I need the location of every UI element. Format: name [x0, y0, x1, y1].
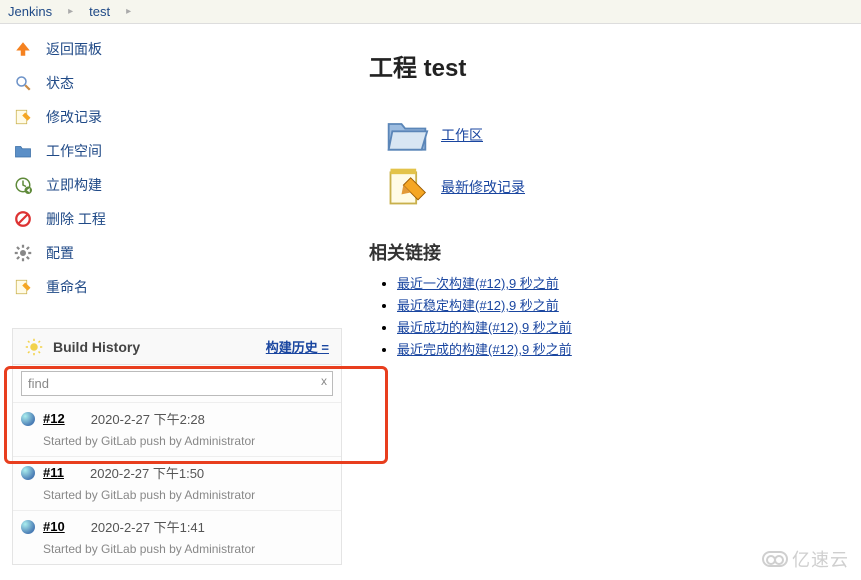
gear-icon	[12, 242, 34, 264]
notepad-icon	[12, 106, 34, 128]
watermark-icon	[762, 551, 788, 567]
sidebar-item-label: 配置	[46, 243, 74, 263]
sidebar-item-changes[interactable]: 修改记录	[12, 100, 345, 134]
sidebar-item-workspace[interactable]: 工作空间	[12, 134, 345, 168]
chevron-right-icon: ▸	[68, 6, 73, 17]
forbid-icon	[12, 208, 34, 230]
sidebar-item-label: 删除 工程	[46, 209, 106, 229]
sidebar-item-back-to-dashboard[interactable]: 返回面板	[12, 32, 345, 66]
build-number-link[interactable]: #11	[43, 465, 64, 480]
annotation-highlight	[4, 366, 388, 464]
breadcrumb-project[interactable]: test	[89, 4, 110, 19]
build-history-header: Build History 构建历史 =	[13, 329, 341, 365]
rename-icon	[12, 276, 34, 298]
status-ball-icon	[21, 466, 35, 480]
watermark-text: 亿速云	[792, 546, 849, 572]
folder-open-icon	[385, 113, 429, 157]
related-links-list: 最近一次构建(#12),9 秒之前 最近稳定构建(#12),9 秒之前 最近成功…	[397, 273, 861, 358]
sidebar-menu: 返回面板 状态 修改记录 工作空间	[12, 32, 345, 304]
recent-changes-link[interactable]: 最新修改记录	[441, 177, 525, 197]
build-cause: Started by GitLab push by Administrator	[43, 542, 333, 556]
breadcrumb: Jenkins ▸ test ▸	[0, 0, 861, 24]
chevron-right-icon: ▸	[126, 6, 131, 17]
up-icon	[12, 38, 34, 60]
sidebar: 返回面板 状态 修改记录 工作空间	[0, 24, 345, 565]
page-title: 工程 test	[369, 48, 861, 83]
build-cause: Started by GitLab push by Administrator	[43, 488, 333, 502]
build-history-title: Build History	[53, 339, 266, 355]
permalink-last-stable[interactable]: 最近稳定构建(#12),9 秒之前	[397, 298, 559, 313]
permalink-last-build[interactable]: 最近一次构建(#12),9 秒之前	[397, 276, 559, 291]
permalink-last-successful[interactable]: 最近成功的构建(#12),9 秒之前	[397, 320, 572, 335]
workspace-link[interactable]: 工作区	[441, 125, 483, 145]
sidebar-item-configure[interactable]: 配置	[12, 236, 345, 270]
search-icon	[12, 72, 34, 94]
sidebar-item-label: 返回面板	[46, 39, 102, 59]
build-number-link[interactable]: #10	[43, 519, 65, 534]
clock-icon	[12, 174, 34, 196]
breadcrumb-root[interactable]: Jenkins	[8, 4, 52, 19]
related-links-heading: 相关链接	[369, 239, 861, 265]
build-date: 2020-2-27 下午1:50	[90, 463, 204, 482]
sidebar-item-status[interactable]: 状态	[12, 66, 345, 100]
workspace-link-row: 工作区	[385, 113, 861, 157]
build-date: 2020-2-27 下午1:41	[91, 517, 205, 536]
build-history-item[interactable]: #10 2020-2-27 下午1:41 Started by GitLab p…	[13, 510, 341, 564]
sidebar-item-label: 修改记录	[46, 107, 102, 127]
permalink-last-completed[interactable]: 最近完成的构建(#12),9 秒之前	[397, 342, 572, 357]
sidebar-item-rename[interactable]: 重命名	[12, 270, 345, 304]
changes-link-row: 最新修改记录	[385, 165, 861, 209]
build-history-trend-link[interactable]: 构建历史 =	[266, 337, 329, 356]
sidebar-item-delete-project[interactable]: 删除 工程	[12, 202, 345, 236]
sidebar-item-label: 重命名	[46, 277, 88, 297]
sidebar-item-build-now[interactable]: 立即构建	[12, 168, 345, 202]
main-content: 工程 test 工作区 最新修改记录 相关链接 最近一次构建(#12),9 秒之…	[345, 24, 861, 565]
sidebar-item-label: 立即构建	[46, 175, 102, 195]
folder-icon	[12, 140, 34, 162]
notepad-edit-icon	[385, 165, 429, 209]
watermark: 亿速云	[762, 546, 849, 572]
main-links: 工作区 最新修改记录	[385, 113, 861, 209]
sidebar-item-label: 工作空间	[46, 141, 102, 161]
status-ball-icon	[21, 520, 35, 534]
sidebar-item-label: 状态	[46, 73, 74, 93]
sun-icon	[25, 338, 43, 356]
build-history-item[interactable]: #11 2020-2-27 下午1:50 Started by GitLab p…	[13, 456, 341, 510]
